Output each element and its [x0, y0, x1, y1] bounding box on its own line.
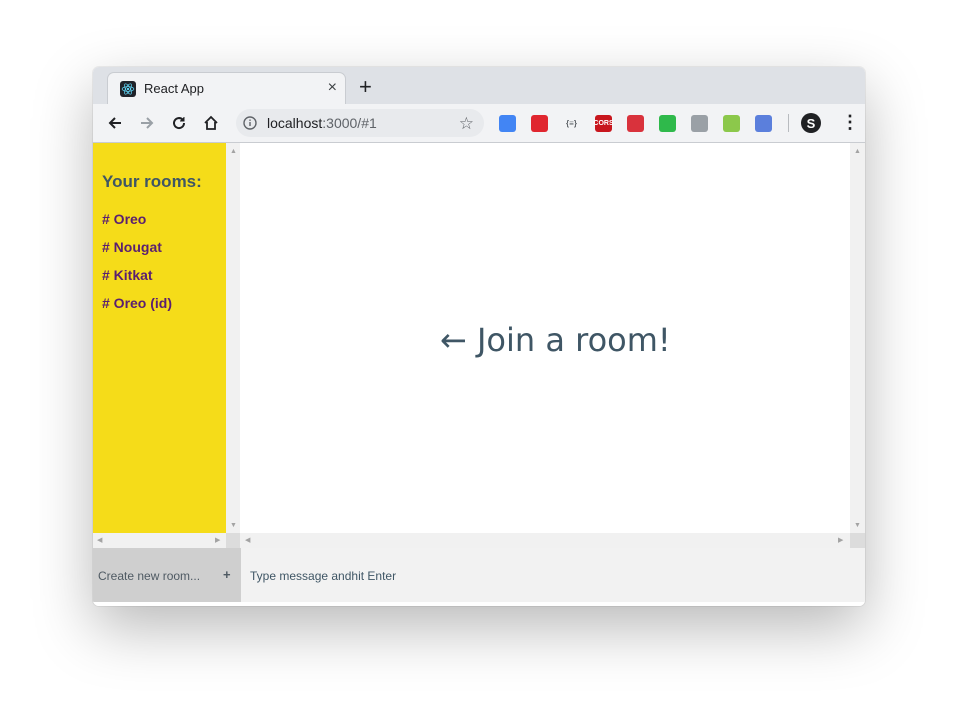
create-room-button[interactable]: + [223, 567, 231, 582]
forward-icon[interactable] [137, 113, 157, 133]
url-path: :3000/#1 [322, 115, 377, 131]
react-logo-icon [120, 81, 136, 97]
nodejs-icon[interactable] [723, 115, 740, 132]
scroll-down-icon[interactable]: ▼ [854, 522, 861, 529]
url-text[interactable]: localhost:3000/#1 [267, 115, 377, 131]
back-icon[interactable] [105, 113, 125, 133]
room-link-kitkat[interactable]: # Kitkat [102, 267, 153, 283]
scroll-right-icon[interactable]: ▶ [838, 537, 843, 544]
tab-close-icon[interactable]: × [328, 78, 337, 98]
google-translate-icon[interactable] [499, 115, 516, 132]
toolbar-divider [788, 114, 789, 132]
vpn-shield-icon[interactable] [659, 115, 676, 132]
sidebar-title: Your rooms: [102, 172, 202, 191]
tab-strip: React App × + [93, 67, 865, 104]
react-devtools-icon[interactable] [755, 115, 772, 132]
footer-bar: Create new room... + Type message andhit… [93, 548, 865, 606]
browser-toolbar: localhost:3000/#1 ☆ {≡} CORS S ⋮ [93, 104, 865, 143]
room-link-oreo-id[interactable]: # Oreo (id) [102, 295, 172, 311]
scroll-right-icon[interactable]: ▶ [215, 537, 220, 544]
bookmark-star-icon[interactable]: ☆ [459, 114, 474, 134]
url-host: localhost [267, 115, 323, 131]
address-bar[interactable]: localhost:3000/#1 ☆ [236, 109, 484, 137]
scroll-left-icon[interactable]: ◀ [97, 537, 102, 544]
scroll-up-icon[interactable]: ▲ [230, 148, 237, 155]
room-link-nougat[interactable]: # Nougat [102, 239, 162, 255]
message-input[interactable]: Type message andhit Enter [250, 569, 396, 583]
browser-tab[interactable]: React App × [107, 72, 346, 104]
camera-icon[interactable] [691, 115, 708, 132]
main-horizontal-scrollbar[interactable]: ◀ ▶ [240, 533, 850, 548]
opera-icon[interactable] [531, 115, 548, 132]
cors-icon[interactable]: CORS [593, 115, 614, 132]
scrollbar-corner [850, 533, 865, 548]
chat-main-area: ← Join a room! [240, 143, 850, 533]
page-content: Your rooms: # Oreo # Nougat # Kitkat # O… [93, 143, 865, 606]
scroll-down-icon[interactable]: ▼ [230, 522, 237, 529]
bug-icon[interactable] [627, 115, 644, 132]
profile-avatar[interactable]: S [801, 113, 821, 133]
info-icon[interactable] [243, 116, 257, 130]
room-link-oreo[interactable]: # Oreo [102, 211, 146, 227]
join-room-prompt: ← Join a room! [440, 321, 671, 359]
create-room-form: Create new room... + [93, 548, 241, 602]
rooms-sidebar: Your rooms: # Oreo # Nougat # Kitkat # O… [93, 143, 226, 533]
create-room-input[interactable]: Create new room... [98, 569, 200, 583]
scroll-up-icon[interactable]: ▲ [854, 148, 861, 155]
sidebar-horizontal-scrollbar[interactable]: ◀ ▶ [93, 533, 226, 548]
json-formatter-icon[interactable]: {≡} [563, 115, 580, 132]
sidebar-vertical-scrollbar[interactable]: ▲ ▼ [226, 143, 240, 533]
main-vertical-scrollbar[interactable]: ▲ ▼ [850, 143, 865, 533]
new-tab-button[interactable]: + [359, 76, 372, 98]
scrollbar-corner [226, 533, 240, 548]
browser-window: React App × + localhost:3000/#1 ☆ {≡} CO… [93, 67, 865, 606]
tab-title: React App [144, 81, 204, 96]
scroll-left-icon[interactable]: ◀ [245, 537, 250, 544]
menu-icon[interactable]: ⋮ [841, 113, 859, 131]
reload-icon[interactable] [169, 113, 189, 133]
message-form: Type message andhit Enter [241, 548, 865, 602]
home-icon[interactable] [201, 113, 221, 133]
